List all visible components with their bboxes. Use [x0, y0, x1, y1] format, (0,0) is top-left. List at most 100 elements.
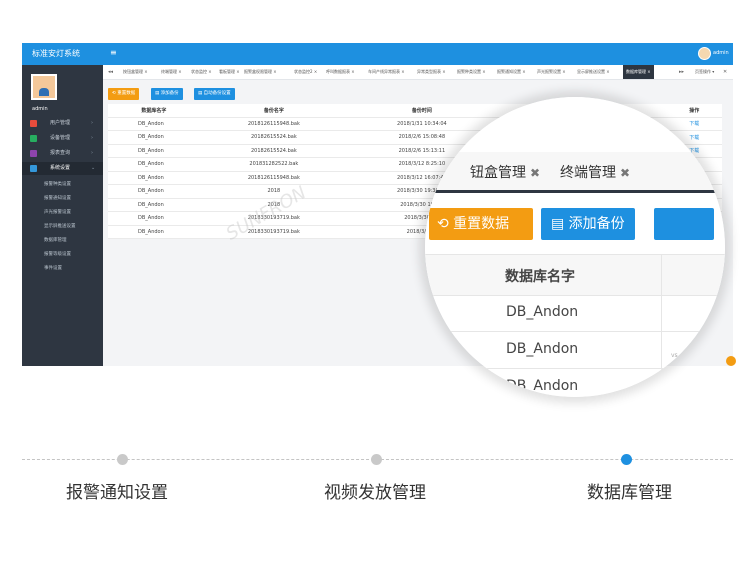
sidebar-item-label: 用户管理	[50, 120, 71, 126]
tab-next-icon[interactable]: ▸▸	[679, 65, 684, 79]
sidebar-item-user-management[interactable]: 用户管理 ›	[22, 117, 103, 130]
tab[interactable]: 看板管理 ×	[219, 65, 240, 79]
table-cell: DB_Andon	[108, 184, 200, 199]
tab[interactable]: 声光报警设置 ×	[537, 65, 566, 79]
sidebar-item-label: 系统设置	[50, 165, 71, 171]
tab-prev-icon[interactable]: ◂◂	[108, 65, 113, 79]
sidebar-subitem[interactable]: 报警等级设置	[44, 251, 71, 257]
tab[interactable]: 终端管理 ×	[161, 65, 182, 79]
tab[interactable]: 报警盒权限管理 ×	[244, 65, 277, 79]
close-icon[interactable]: ✖	[620, 166, 630, 180]
sidebar-subitem[interactable]: 显示屏推送设置	[44, 223, 76, 229]
timeline-label-active[interactable]: 数据库管理	[587, 478, 672, 503]
orange-dot	[726, 356, 736, 366]
reset-data-button[interactable]: ⟲ 重置数据	[108, 88, 140, 100]
app-title: 标准安灯系统	[32, 49, 80, 58]
top-bar: 标准安灯系统 ≡ admin	[22, 43, 733, 65]
table-cell: DB_Andon	[108, 130, 200, 145]
column-header: 备份名字	[199, 104, 348, 118]
timeline-dot[interactable]	[117, 454, 128, 465]
tab[interactable]: 车间产线异常报表 ×	[368, 65, 405, 79]
table-cell: DB_Andon	[108, 144, 200, 158]
sidebar-subitem[interactable]: 事件设置	[44, 265, 62, 271]
timeline-label[interactable]: 视频发放管理	[324, 478, 426, 503]
table-cell: 20181261159​48.bak	[199, 171, 348, 185]
add-backup-button[interactable]: ▤ 添加备份	[151, 88, 183, 100]
tab[interactable]: 状态监控2 ×	[294, 65, 317, 79]
close-all-tabs-icon[interactable]: ✕	[723, 65, 727, 79]
sidebar-item-label: 设备管理	[50, 135, 71, 141]
table-cell: DB_Andon	[108, 198, 200, 212]
magnifier-tab-bar: 钮盒管理 ✖ 终端管理 ✖	[425, 152, 725, 193]
table-cell: 2018312825​22.bak	[199, 157, 348, 172]
chevron-right-icon: ›	[91, 120, 93, 126]
tab-bar: ◂◂ 按钮盒管理 × 终端管理 × 状态监控 × 看板管理 × 报警盒权限管理 …	[103, 65, 733, 80]
tab[interactable]: 呼叫数据报表 ×	[326, 65, 355, 79]
tab[interactable]: 异常类型报表 ×	[417, 65, 446, 79]
table-cell: DB_Andon	[108, 211, 200, 226]
sidebar-username: admin	[32, 106, 48, 112]
chart-icon	[30, 150, 37, 157]
magnifier-tab-label: 钮盒管理	[470, 165, 526, 181]
magnifier-table-row: DB_Andon	[425, 369, 725, 397]
sidebar-item-device-management[interactable]: 设备管理 ›	[22, 132, 103, 145]
sidebar-avatar	[31, 74, 57, 100]
sidebar-subitem[interactable]: 声光报警设置	[44, 209, 71, 215]
table-cell: 20181261159​48.bak	[199, 117, 348, 131]
magnifier-add-backup-button[interactable]: ▤ 添加备份	[541, 208, 635, 240]
table-cell: 2018261552​4.bak	[199, 130, 348, 145]
tab[interactable]: 显示屏推送设置 ×	[577, 65, 610, 79]
chevron-right-icon: ›	[91, 150, 93, 156]
tab-options-dropdown[interactable]: 页签操作 ▾	[695, 65, 714, 79]
magnifier-partial-button[interactable]	[654, 208, 714, 240]
user-name[interactable]: admin	[713, 50, 729, 56]
magnifier-lens: 钮盒管理 ✖ 终端管理 ✖ ⟲ 重置数据 ▤ 添加备份 数据库名字 DB_Andon…	[425, 97, 725, 397]
tab[interactable]: 报警种类设置 ×	[457, 65, 486, 79]
timeline-dot[interactable]	[371, 454, 382, 465]
magnifier-cell: DB_Andon	[506, 304, 579, 320]
tab[interactable]: 按钮盒管理 ×	[123, 65, 148, 79]
chevron-right-icon: ›	[91, 135, 93, 141]
wrench-icon	[30, 135, 37, 142]
close-icon[interactable]: ✖	[530, 166, 540, 180]
magnifier-table-header: 数据库名字	[425, 254, 725, 296]
download-link[interactable]: 下载	[689, 135, 699, 141]
sidebar-subitem[interactable]: 报警种类设置	[44, 181, 71, 187]
magnifier-cell: DB_Andon	[506, 341, 579, 357]
magnifier-tab[interactable]: 钮盒管理 ✖	[470, 162, 540, 182]
tab[interactable]: 状态监控 ×	[191, 65, 212, 79]
sidebar: admin 用户管理 › 设备管理 › 报表查询 › 系统设置 ⌄ 报警种类设置…	[22, 65, 103, 366]
sidebar-item-label: 报表查询	[50, 150, 71, 156]
tab-database-management[interactable]: 数据库管理 ×	[623, 65, 654, 79]
magnifier-table-row: DB_Andon	[425, 295, 725, 332]
sidebar-item-system-settings[interactable]: 系统设置 ⌄	[22, 162, 103, 175]
magnifier-divider	[661, 254, 662, 397]
activate-windows-text: vs go to Settings to activate Windows.	[671, 352, 725, 367]
sidebar-item-report-query[interactable]: 报表查询 ›	[22, 147, 103, 160]
timeline-label[interactable]: 报警通知设置	[66, 478, 168, 503]
magnifier-tab[interactable]: 终端管理 ✖	[560, 162, 630, 182]
user-avatar[interactable]	[698, 47, 711, 60]
sidebar-subitem[interactable]: 报警通知设置	[44, 195, 71, 201]
menu-toggle-icon[interactable]: ≡	[110, 48, 117, 57]
table-cell: 2018/1/31 10:34:04	[347, 117, 496, 131]
column-header: 备份时间	[347, 104, 496, 118]
magnifier-tab-label: 终端管理	[560, 165, 616, 181]
magnifier-reset-data-button[interactable]: ⟲ 重置数据	[429, 208, 533, 240]
column-header: 数据库名字	[108, 104, 200, 118]
tab[interactable]: 报警通知设置 ×	[497, 65, 526, 79]
table-cell: 下载	[666, 117, 722, 131]
magnifier-column-header: 数据库名字	[505, 269, 575, 285]
chevron-down-icon: ⌄	[91, 165, 96, 171]
timeline-dot-active[interactable]	[621, 454, 632, 465]
sidebar-subitem[interactable]: 数据库管理	[44, 237, 67, 243]
magnifier-cell: DB_Andon	[506, 378, 579, 394]
table-cell: DB_Andon	[108, 117, 200, 131]
table-cell: DB_Andon	[108, 171, 200, 185]
table-cell: DB_Andon	[108, 225, 200, 239]
users-icon	[30, 120, 37, 127]
auto-backup-settings-button[interactable]: ▤ 自动备份设置	[194, 88, 235, 100]
download-link[interactable]: 下载	[689, 121, 699, 127]
table-cell: DB_Andon	[108, 157, 200, 172]
table-cell: 2018261552​4.bak	[199, 144, 348, 158]
